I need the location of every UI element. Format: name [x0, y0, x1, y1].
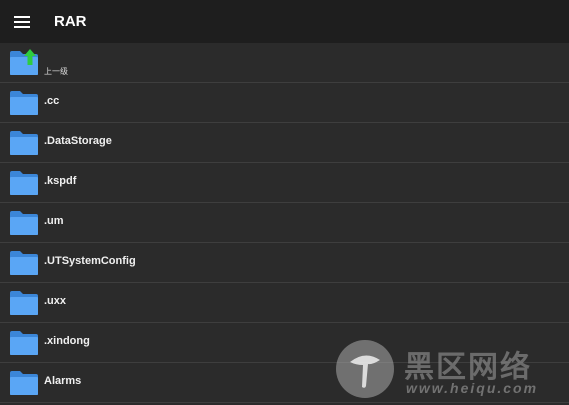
- folder-name: .um: [44, 215, 64, 227]
- folder-name: .uxx: [44, 295, 67, 307]
- folder-icon: [9, 250, 39, 276]
- folder-name: Alarms: [44, 375, 82, 387]
- parent-directory-label: 上一级: [44, 67, 68, 76]
- app-title: RAR: [54, 13, 87, 30]
- folder-icon: [9, 170, 39, 196]
- folder-name: .DataStorage: [44, 135, 112, 147]
- folder-item[interactable]: Alarms: [0, 363, 569, 403]
- folder-name: .cc: [44, 95, 60, 107]
- folder-icon: [9, 330, 39, 356]
- folder-icon: [9, 130, 39, 156]
- folder-item[interactable]: .xindong: [0, 323, 569, 363]
- up-arrow-icon: [24, 49, 36, 65]
- app-window: RAR 上一级 .cc .DataStorage .kspdf .um .UTS…: [0, 0, 569, 405]
- hamburger-menu-icon: [14, 15, 30, 28]
- folder-icon: [9, 210, 39, 236]
- top-app-bar: RAR: [0, 0, 569, 43]
- folder-icon: [9, 370, 39, 396]
- menu-button[interactable]: [0, 0, 44, 43]
- folder-item[interactable]: .DataStorage: [0, 123, 569, 163]
- folder-item[interactable]: .um: [0, 203, 569, 243]
- folder-name: .UTSystemConfig: [44, 255, 136, 267]
- folder-name: .kspdf: [44, 175, 77, 187]
- folder-icon: [9, 90, 39, 116]
- folder-icon: [9, 290, 39, 316]
- folder-item[interactable]: .UTSystemConfig: [0, 243, 569, 283]
- folder-item[interactable]: .cc: [0, 83, 569, 123]
- folder-item[interactable]: .uxx: [0, 283, 569, 323]
- folder-item[interactable]: .kspdf: [0, 163, 569, 203]
- parent-directory-item[interactable]: 上一级: [0, 43, 569, 83]
- folder-name: .xindong: [44, 335, 90, 347]
- file-list: 上一级 .cc .DataStorage .kspdf .um .UTSyste…: [0, 43, 569, 403]
